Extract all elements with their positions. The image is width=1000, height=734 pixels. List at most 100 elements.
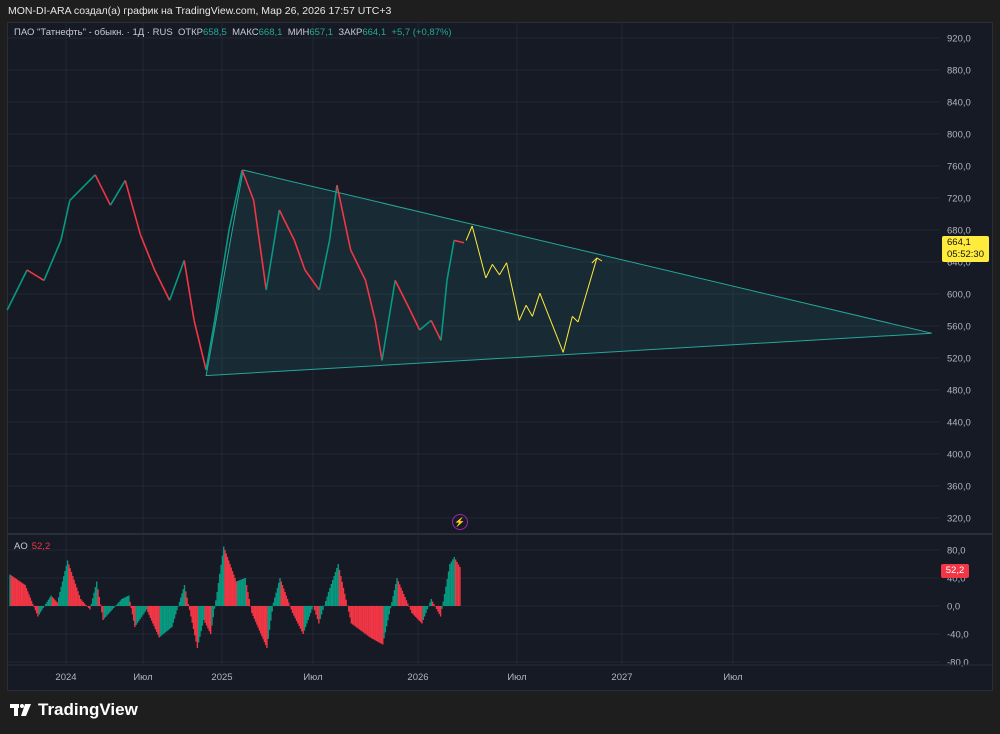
- ao-bar: [27, 591, 29, 606]
- ao-bar: [358, 606, 361, 630]
- tradingview-logo[interactable]: TradingView: [10, 700, 138, 720]
- ao-bar: [94, 587, 97, 606]
- time-tick-label: Июл: [723, 672, 742, 683]
- ao-bar: [79, 599, 82, 606]
- price-tick-label: 840,0: [947, 98, 971, 109]
- ao-bar: [417, 606, 419, 620]
- ao-bar: [121, 599, 123, 606]
- ao-bar: [23, 584, 25, 606]
- change-value: +5,7 (+0,87%): [391, 27, 452, 38]
- ao-bar: [194, 606, 196, 636]
- ao-bar: [299, 606, 302, 629]
- ao-legend[interactable]: AO 52,2: [14, 541, 50, 552]
- price-tick-label: 600,0: [947, 290, 971, 301]
- ao-bar: [105, 606, 107, 617]
- ao-bar: [449, 564, 451, 606]
- ao-bar: [134, 606, 136, 627]
- ao-bar: [397, 581, 400, 606]
- symbol-name[interactable]: ПАО "Татнефть" - обыкн. · 1Д · RUS: [14, 27, 173, 38]
- ao-bar: [153, 606, 155, 627]
- ao-tick-label: -80,0: [947, 658, 969, 669]
- ao-bar: [322, 606, 324, 610]
- ao-bar: [225, 553, 227, 606]
- bar-countdown: 05:52:30: [947, 249, 984, 260]
- ao-bar: [125, 596, 128, 606]
- ao-bar: [423, 606, 426, 617]
- ao-bar: [382, 606, 384, 645]
- ao-bar: [307, 606, 309, 620]
- ao-tick-label: 0,0: [947, 602, 960, 613]
- ao-bar: [226, 557, 229, 606]
- ao-bar: [195, 606, 197, 642]
- ao-bar: [354, 606, 357, 627]
- ao-value-tag: 52,2: [941, 564, 969, 578]
- ao-bar: [191, 606, 193, 623]
- ao-bar: [216, 592, 218, 606]
- ao-bar: [190, 606, 192, 617]
- ao-bar: [400, 587, 402, 606]
- ao-bar: [373, 606, 375, 640]
- ao-bar: [240, 579, 243, 606]
- ao-bar: [93, 592, 95, 606]
- ao-bar: [42, 606, 44, 609]
- ao-bar: [427, 606, 430, 607]
- ao-bar: [177, 606, 179, 607]
- ao-bar: [39, 606, 42, 613]
- ao-bar: [281, 585, 284, 606]
- ao-bar: [311, 606, 313, 610]
- ao-bar: [72, 575, 74, 606]
- ao-bar: [196, 606, 199, 648]
- ao-bar: [457, 564, 460, 606]
- brand-name: TradingView: [38, 700, 138, 719]
- ao-bar: [123, 597, 125, 606]
- ao-bar: [63, 576, 65, 606]
- ao-bar: [154, 606, 157, 630]
- ao-bar: [329, 588, 331, 606]
- ao-bar: [285, 595, 287, 606]
- ao-bar: [405, 600, 408, 606]
- ao-bar: [378, 606, 380, 643]
- ao-bar: [421, 606, 423, 624]
- ao-bar: [429, 602, 431, 606]
- ao-bar: [223, 546, 225, 606]
- ao-bar: [126, 596, 129, 606]
- ao-bar: [452, 559, 454, 606]
- ao-bar: [312, 606, 314, 607]
- ao-bar: [336, 568, 338, 606]
- ao-bar: [59, 592, 61, 606]
- tv-logo-icon: [10, 704, 31, 716]
- ao-bar: [294, 606, 296, 619]
- ao-bar: [380, 606, 383, 644]
- ao-bar: [19, 581, 21, 606]
- ao-bar: [362, 606, 365, 633]
- lightning-icon[interactable]: ⚡: [452, 514, 468, 530]
- ao-bar: [213, 606, 216, 609]
- ao-bar: [325, 601, 327, 606]
- price-segment: [94, 174, 112, 206]
- ao-bar: [101, 606, 103, 613]
- ao-bar: [97, 589, 99, 606]
- ao-bar: [96, 581, 98, 606]
- ao-bar: [297, 606, 299, 624]
- ao-bar: [103, 606, 106, 619]
- price-tick-label: 920,0: [947, 34, 971, 45]
- high-label: МАКС: [232, 27, 259, 38]
- ao-bar: [409, 606, 412, 610]
- chart-svg[interactable]: 320,0 360,0 400,0 440,0 480,0 520,0 560,0 600,0…: [0, 0, 1000, 734]
- ao-bar: [289, 606, 291, 607]
- ao-bar: [426, 606, 428, 610]
- ao-bar: [55, 601, 57, 606]
- ao-bar: [118, 602, 120, 606]
- price-tick-label: 680,0: [947, 226, 971, 237]
- ao-bar: [47, 599, 50, 606]
- ao-bar: [38, 606, 40, 615]
- ao-bar: [242, 579, 244, 606]
- ao-bar: [209, 606, 212, 634]
- ao-bar: [176, 606, 178, 611]
- ao-bar: [368, 606, 370, 637]
- ao-bar: [270, 606, 272, 621]
- ao-bar: [45, 603, 47, 606]
- ao-bar: [330, 584, 333, 606]
- ao-bar: [188, 606, 191, 611]
- low-label: МИН: [287, 27, 310, 38]
